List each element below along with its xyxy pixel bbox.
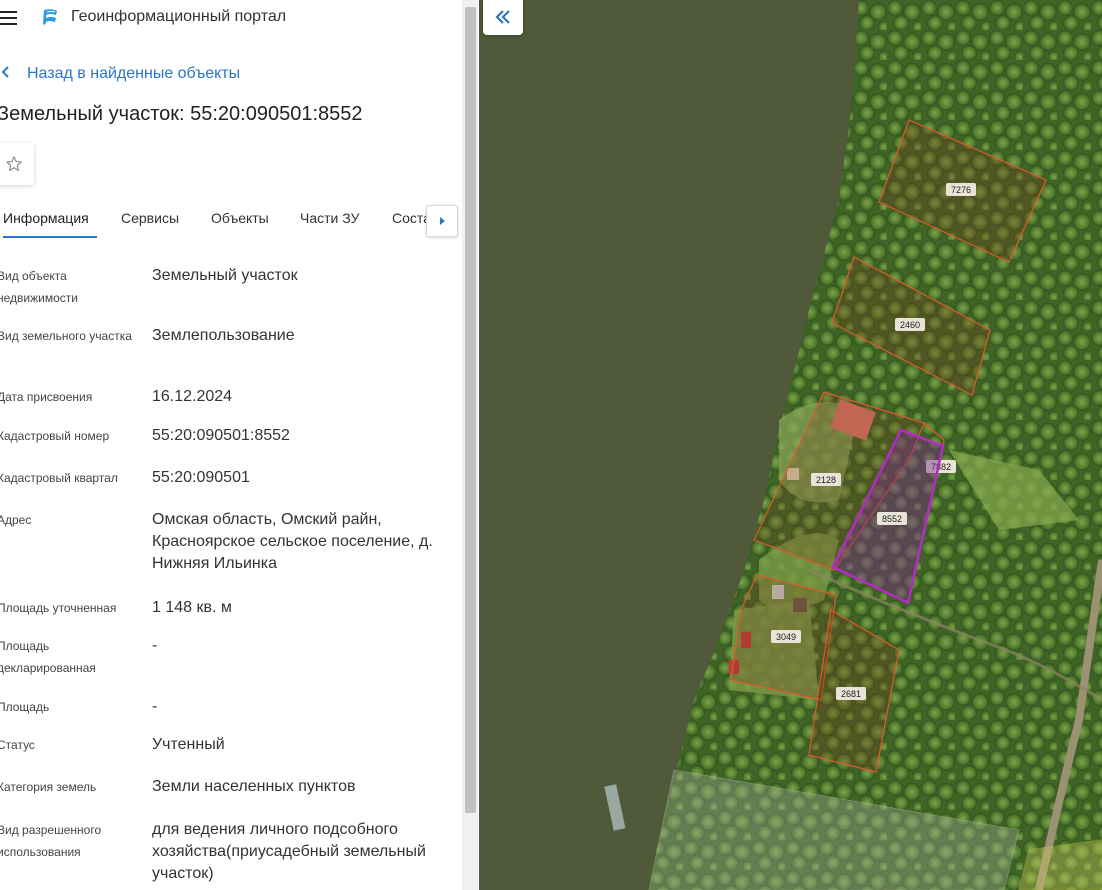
info-label: Вид земельного участка: [0, 329, 132, 343]
info-label: Вид разрешенного использования: [0, 823, 102, 859]
collapse-panel-button[interactable]: [483, 0, 523, 35]
info-label: Адрес: [0, 513, 32, 527]
tab-services-label: Сервисы: [121, 210, 180, 226]
menu-icon[interactable]: [0, 10, 18, 26]
info-value: 16.12.2024: [152, 388, 233, 405]
info-label: Площадь декларированная: [0, 639, 96, 675]
info-value: 55:20:090501:8552: [152, 427, 290, 444]
info-value: для ведения личного подсобного хозяйства…: [152, 821, 426, 882]
star-icon: [6, 156, 22, 172]
chevron-left-icon: [0, 63, 23, 83]
panel-scrollbar[interactable]: [465, 7, 476, 813]
satellite-map[interactable]: 7276 2460 2128 7882 8552 3049 2681: [479, 0, 1102, 890]
info-value: -: [152, 637, 158, 654]
parcel-label: 7276: [951, 185, 971, 195]
portal-logo-icon: [43, 9, 57, 25]
info-label: Категория земель: [0, 780, 97, 794]
tab-information[interactable]: Информация: [3, 204, 97, 240]
info-value: Омская область, Омский райн, Красноярско…: [152, 511, 433, 572]
map-canvas: 7276 2460 2128 7882 8552 3049 2681: [479, 0, 1102, 890]
back-to-results-link[interactable]: Назад в найденные объекты: [0, 63, 240, 83]
tab-parts-label: Части ЗУ: [300, 210, 360, 226]
app-title: Геоинформационный портал: [71, 8, 287, 25]
double-chevron-left-icon: [495, 10, 510, 24]
info-value: Земли населенных пунктов: [152, 778, 356, 795]
info-value: Учтенный: [152, 736, 225, 753]
tab-objects-label: Объекты: [211, 210, 269, 226]
tab-bar: Информация Сервисы Объекты Части ЗУ Сост…: [0, 204, 462, 240]
info-value: -: [152, 698, 158, 715]
info-label: Вид объекта недвижимости: [0, 269, 78, 305]
tab-information-label: Информация: [3, 210, 89, 226]
info-value: 55:20:090501: [152, 469, 250, 486]
parcel-label: 8552: [882, 514, 902, 524]
back-link-label: Назад в найденные объекты: [27, 65, 241, 82]
info-label: Статус: [0, 738, 35, 752]
parcel-label: 2128: [816, 475, 836, 485]
info-label: Кадастровый квартал: [0, 471, 118, 485]
active-tab-indicator: [3, 236, 97, 238]
tabs-scroll-right-button[interactable]: [426, 205, 458, 237]
info-label: Площадь: [0, 700, 50, 714]
info-value: 1 148 кв. м: [152, 599, 232, 616]
parcel-label: 2681: [841, 689, 861, 699]
object-title: Земельный участок: 55:20:090501:8552: [0, 103, 363, 125]
parcel-label: 3049: [776, 632, 796, 642]
favorite-button[interactable]: [0, 143, 34, 185]
info-value: Землепользование: [152, 327, 295, 344]
info-value: Земельный участок: [152, 267, 298, 284]
info-label: Дата присвоения: [0, 390, 93, 404]
info-panel: Геоинформационный портал Назад в найденн…: [0, 0, 462, 890]
info-label: Площадь уточненная: [0, 601, 117, 615]
parcel-label: 2460: [900, 320, 920, 330]
info-label: Кадастровый номер: [0, 429, 110, 443]
